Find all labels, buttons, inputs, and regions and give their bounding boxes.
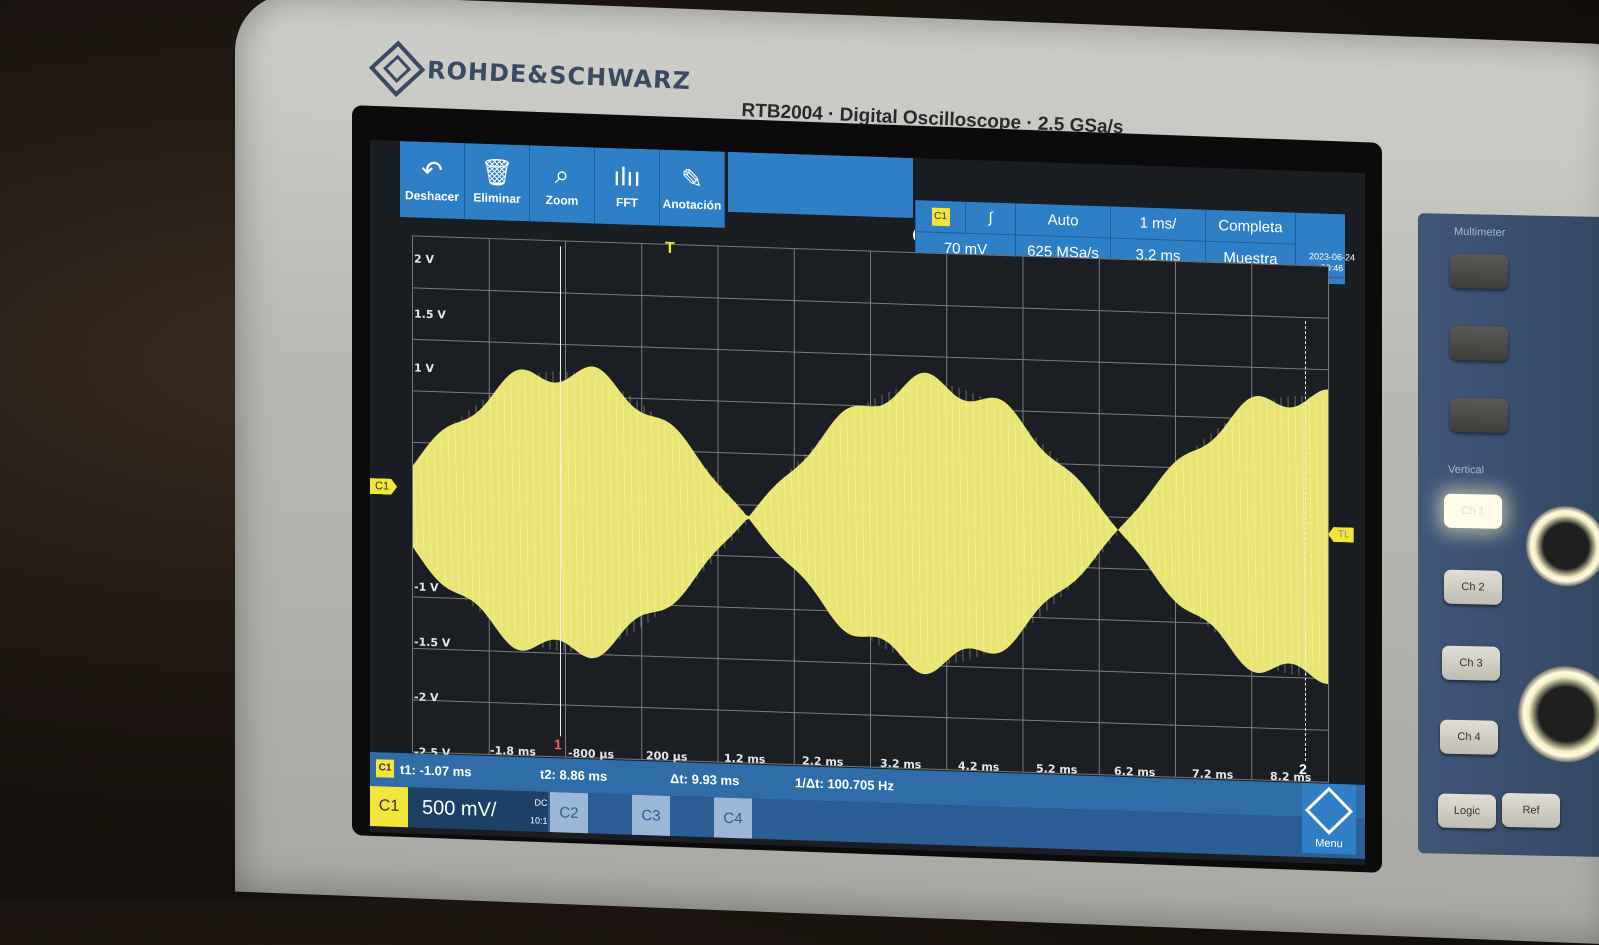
cursor-1-label: 1 xyxy=(554,736,562,753)
ref-button[interactable]: Ref xyxy=(1502,792,1560,829)
time-cursor-1[interactable] xyxy=(560,246,561,737)
vertical-section-label: Vertical xyxy=(1448,463,1485,477)
hardware-button-3[interactable] xyxy=(1450,397,1508,433)
cursor-t1: t1: -1.07 ms xyxy=(400,761,472,780)
annotation-button[interactable]: ✎ Anotación xyxy=(660,149,725,228)
menu-button[interactable]: Menu xyxy=(1302,782,1356,855)
vertical-position-knob[interactable] xyxy=(1518,665,1599,764)
pencil-icon: ✎ xyxy=(681,163,703,195)
trigger-source-cell[interactable]: C1 xyxy=(915,200,965,234)
zoom-label: Zoom xyxy=(545,192,579,208)
waveform-svg xyxy=(413,238,1328,780)
toolbar-spacer xyxy=(728,151,913,219)
undo-button[interactable]: ↶ Deshacer xyxy=(400,140,465,220)
delete-button[interactable]: 🗑 Eliminar xyxy=(465,143,530,222)
annotation-label: Anotación xyxy=(662,196,722,213)
rising-edge-icon: ∫ xyxy=(988,209,993,227)
cursor-2-label: 2 xyxy=(1299,760,1307,778)
ch3-button[interactable]: Ch 3 xyxy=(1442,645,1500,681)
trigger-slope-cell[interactable]: ∫ xyxy=(965,201,1015,236)
channel-1-scale[interactable]: 500 mV/ xyxy=(408,787,548,832)
trash-icon: 🗑 xyxy=(480,156,514,188)
channel-1-coupling: DC 10:1 xyxy=(530,793,548,830)
probe-ratio-text: 10:1 xyxy=(530,815,548,826)
trigger-source-badge: C1 xyxy=(931,207,950,226)
y-axis-label: -1 V xyxy=(414,580,439,595)
trigger-level-marker[interactable]: TL xyxy=(1328,527,1354,543)
channel-1-tag[interactable]: C1 xyxy=(370,786,408,828)
channel-2-slot[interactable]: C2 xyxy=(550,791,630,835)
y-axis-label: 1 V xyxy=(414,361,434,376)
timebase[interactable]: 1 ms/ xyxy=(1110,206,1205,242)
waveform-grid[interactable] xyxy=(412,235,1329,783)
channel-2-tag: C2 xyxy=(550,791,588,834)
menu-label: Menu xyxy=(1315,837,1343,851)
coupling-text: DC xyxy=(534,797,548,808)
c1-offset-marker[interactable]: C1 xyxy=(370,478,397,495)
y-axis-label: -2 V xyxy=(414,690,439,705)
cursor-frequency: 1/Δt: 100.705 Hz xyxy=(795,775,894,794)
y-axis-label: 1.5 V xyxy=(414,307,446,322)
fft-label: FFT xyxy=(616,195,638,210)
oscilloscope-screen: ↶ Deshacer 🗑 Eliminar ⌕ Zoom ılıı FFT ✎ … xyxy=(370,140,1365,866)
logic-button[interactable]: Logic xyxy=(1438,793,1496,829)
hardware-control-panel: Multimeter Vertical Ch 1 Ch 2 Ch 3 Ch 4 … xyxy=(1418,213,1599,857)
hardware-button-2[interactable] xyxy=(1450,325,1508,361)
delete-label: Eliminar xyxy=(473,190,521,206)
fft-icon: ılıı xyxy=(613,161,641,192)
toolbar: ↶ Deshacer 🗑 Eliminar ⌕ Zoom ılıı FFT ✎ … xyxy=(400,140,725,230)
hardware-button-1[interactable] xyxy=(1450,253,1508,289)
undo-label: Deshacer xyxy=(404,188,460,204)
ch4-button[interactable]: Ch 4 xyxy=(1440,719,1498,755)
menu-diamond-icon xyxy=(1304,786,1354,835)
acquisition-type[interactable]: Completa xyxy=(1205,209,1295,245)
channel-3-tag: C3 xyxy=(632,794,670,836)
brand-name: ROHDE&SCHWARZ xyxy=(426,56,692,96)
trigger-position-marker[interactable]: T xyxy=(665,240,675,258)
vertical-scale-knob[interactable] xyxy=(1526,505,1599,588)
channel-4-tag: C4 xyxy=(714,797,752,839)
y-axis-label: 2 V xyxy=(414,252,434,267)
undo-icon: ↶ xyxy=(421,154,443,186)
trigger-mode[interactable]: Auto xyxy=(1015,203,1110,239)
zoom-button[interactable]: ⌕ Zoom xyxy=(530,145,595,224)
cursor-t2: t2: 8.86 ms xyxy=(540,766,608,784)
channel-4-slot[interactable]: C4 xyxy=(714,797,794,840)
date-text: 2023-06-24 xyxy=(1308,251,1356,263)
magnifier-icon: ⌕ xyxy=(554,159,570,190)
ch2-button[interactable]: Ch 2 xyxy=(1444,569,1502,605)
channel-3-slot[interactable]: C3 xyxy=(632,794,712,838)
y-axis-label: -1.5 V xyxy=(414,635,451,650)
cursor-delta-t: Δt: 9.93 ms xyxy=(670,770,740,789)
cursor-channel-badge: C1 xyxy=(376,759,394,778)
multimeter-section-label: Multimeter xyxy=(1454,225,1506,239)
fft-button[interactable]: ılıı FFT xyxy=(595,147,660,226)
ch1-button[interactable]: Ch 1 xyxy=(1444,493,1502,529)
time-cursor-2[interactable] xyxy=(1305,321,1306,762)
